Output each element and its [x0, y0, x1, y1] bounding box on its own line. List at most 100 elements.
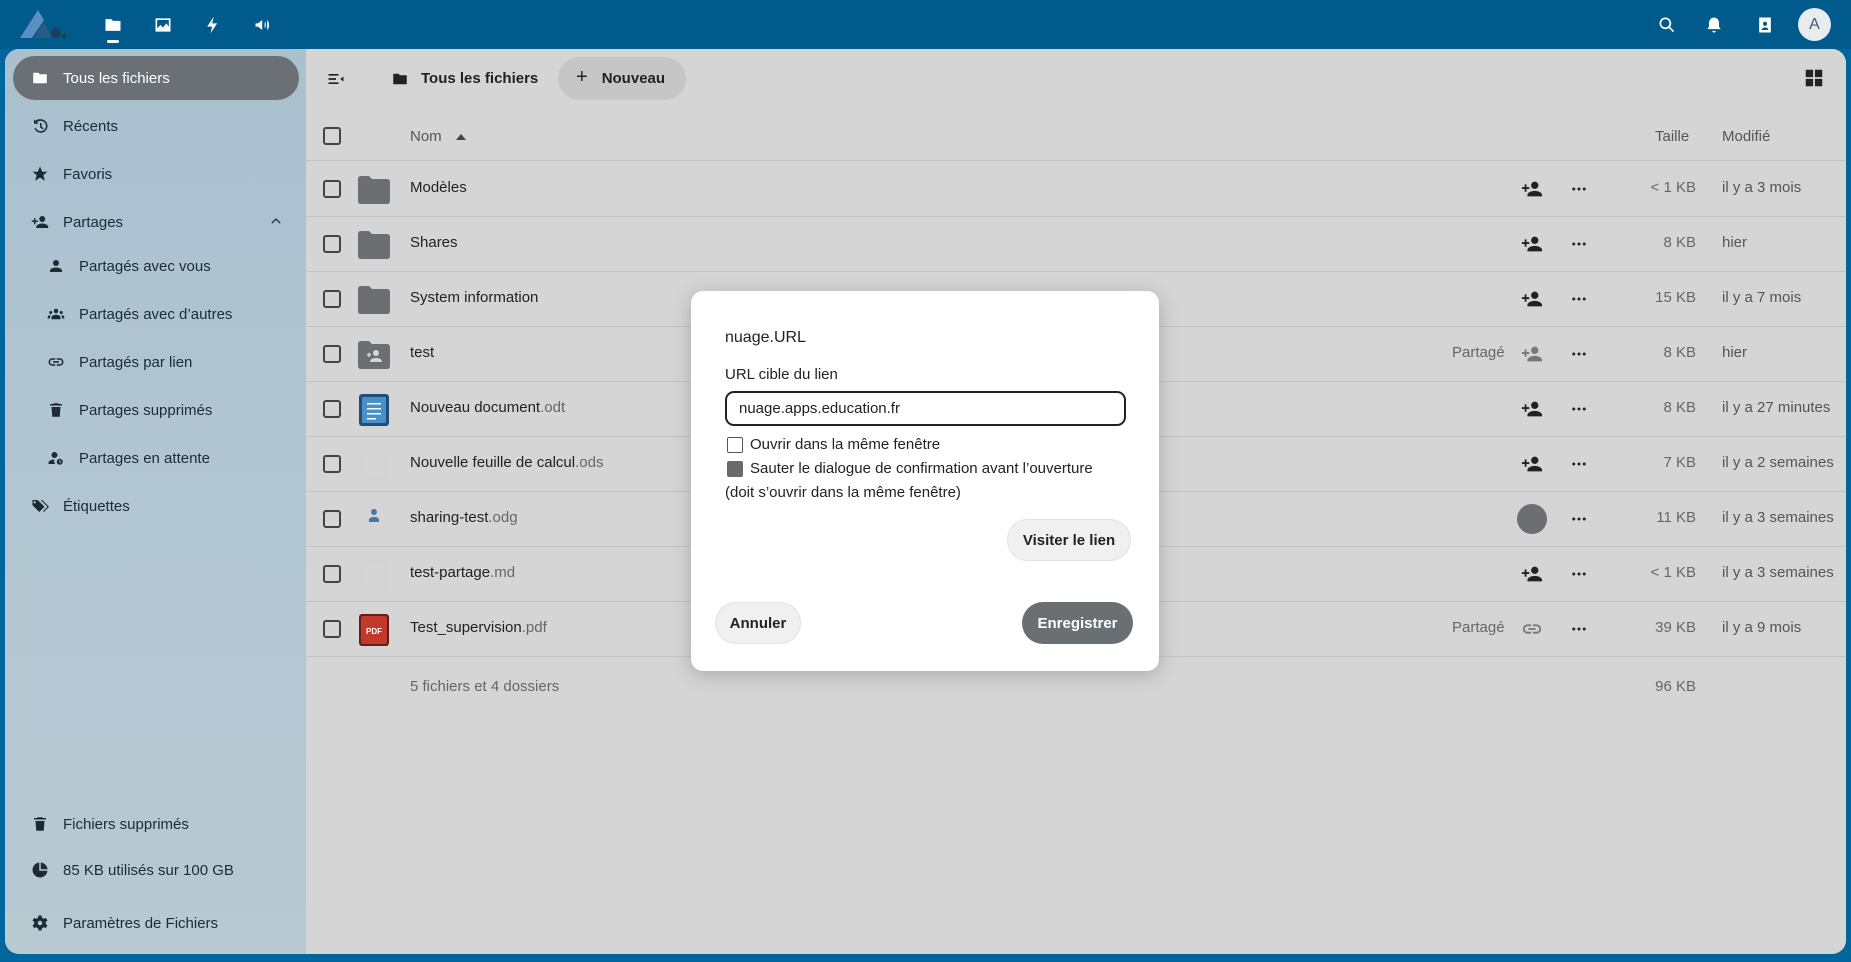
logo-icon[interactable]	[18, 6, 68, 42]
save-button[interactable]: Enregistrer	[1022, 602, 1133, 644]
row-checkbox[interactable]	[323, 620, 341, 638]
notifications-icon[interactable]	[1701, 12, 1727, 38]
sidebar-item-deleted-shares[interactable]: Partages supprimés	[13, 388, 299, 432]
more-actions-icon[interactable]	[1568, 618, 1590, 640]
more-actions-icon[interactable]	[1568, 563, 1590, 585]
folder-icon	[31, 69, 49, 87]
share-user-icon[interactable]	[1521, 453, 1543, 475]
share-user-icon[interactable]	[1521, 398, 1543, 420]
sidebar-trash-label: Fichiers supprimés	[63, 815, 189, 833]
file-name[interactable]: Modèles	[410, 179, 467, 196]
sidebar-item-shares[interactable]: Partages	[13, 200, 299, 244]
skip-confirm-label[interactable]: Sauter le dialogue de confirmation avant…	[750, 460, 1093, 477]
folder-icon	[358, 229, 390, 261]
files-app-icon[interactable]	[100, 12, 126, 38]
sidebar-item-label: Partagés par lien	[79, 353, 193, 371]
file-size: 8 KB	[1663, 234, 1696, 251]
more-actions-icon[interactable]	[1568, 453, 1590, 475]
column-name-label: Nom	[410, 128, 442, 145]
row-checkbox[interactable]	[323, 455, 341, 473]
photos-app-icon[interactable]	[150, 12, 176, 38]
file-name[interactable]: Nouveau document.odt	[410, 399, 565, 416]
file-size: < 1 KB	[1650, 564, 1696, 581]
same-window-checkbox[interactable]	[727, 437, 743, 453]
user-icon	[47, 257, 65, 275]
share-user-icon[interactable]	[1521, 233, 1543, 255]
skip-confirm-checkbox[interactable]	[727, 461, 743, 477]
chevron-up-icon[interactable]	[269, 214, 283, 228]
more-actions-icon[interactable]	[1568, 508, 1590, 530]
trash-icon	[47, 401, 65, 419]
search-icon[interactable]	[1654, 12, 1680, 38]
cancel-button[interactable]: Annuler	[715, 602, 801, 644]
sidebar-item-shared-with-others[interactable]: Partagés avec d’autres	[13, 292, 299, 336]
row-checkbox[interactable]	[323, 400, 341, 418]
share-user-icon[interactable]	[1521, 178, 1543, 200]
new-button[interactable]: + Nouveau	[558, 57, 686, 100]
select-all-checkbox[interactable]	[323, 127, 341, 145]
link-icon[interactable]	[1521, 618, 1543, 640]
share-user-icon[interactable]	[1521, 343, 1543, 365]
more-actions-icon[interactable]	[1568, 343, 1590, 365]
more-actions-icon[interactable]	[1568, 178, 1590, 200]
column-modified[interactable]: Modifié	[1722, 128, 1770, 145]
breadcrumb[interactable]: Tous les fichiers	[391, 57, 538, 100]
column-name[interactable]: Nom	[410, 128, 466, 145]
row-checkbox[interactable]	[323, 235, 341, 253]
sidebar-item-all-files[interactable]: Tous les fichiers	[13, 56, 299, 100]
table-row[interactable]: Modèles < 1 KB il y a 3 mois	[306, 162, 1846, 217]
file-size: 11 KB	[1656, 509, 1696, 526]
url-input[interactable]	[725, 391, 1126, 426]
grid-view-icon[interactable]	[1803, 67, 1825, 89]
new-button-label: Nouveau	[601, 70, 666, 87]
sidebar-item-shared-by-link[interactable]: Partagés par lien	[13, 340, 299, 384]
file-modified: il y a 27 minutes	[1722, 399, 1831, 416]
shared-label[interactable]: Partagé	[1452, 344, 1505, 361]
sidebar-item-favorites[interactable]: Favoris	[13, 152, 299, 196]
sidebar-item-tags[interactable]: Étiquettes	[13, 484, 299, 528]
more-actions-icon[interactable]	[1568, 398, 1590, 420]
dialog-note: (doit s’ouvrir dans la même fenêtre)	[725, 484, 961, 501]
file-name[interactable]: Test_supervision.pdf	[410, 619, 547, 636]
file-modified: il y a 3 semaines	[1722, 564, 1834, 581]
visit-link-button[interactable]: Visiter le lien	[1007, 519, 1131, 561]
row-checkbox[interactable]	[323, 180, 341, 198]
column-size[interactable]: Taille	[1655, 128, 1689, 145]
file-name[interactable]: test-partage.md	[410, 564, 515, 581]
sidebar-item-pending-shares[interactable]: Partages en attente	[13, 436, 299, 480]
avatar[interactable]: A	[1798, 8, 1831, 41]
sidebar-quota[interactable]: 85 KB utilisés sur 100 GB	[13, 850, 299, 890]
sort-asc-icon	[455, 133, 466, 140]
share-avatar-icon[interactable]	[1517, 504, 1547, 534]
sidebar-settings[interactable]: Paramètres de Fichiers	[13, 903, 299, 943]
share-user-icon[interactable]	[1521, 288, 1543, 310]
shared-label[interactable]: Partagé	[1452, 619, 1505, 636]
contacts-icon[interactable]	[1752, 12, 1778, 38]
sidebar-item-shared-with-you[interactable]: Partagés avec vous	[13, 244, 299, 288]
row-checkbox[interactable]	[323, 565, 341, 583]
sidebar-item-recent[interactable]: Récents	[13, 104, 299, 148]
row-checkbox[interactable]	[323, 345, 341, 363]
file-name[interactable]: Shares	[410, 234, 458, 251]
more-actions-icon[interactable]	[1568, 288, 1590, 310]
history-icon	[31, 117, 49, 135]
file-name[interactable]: System information	[410, 289, 538, 306]
sidebar-trash[interactable]: Fichiers supprimés	[13, 804, 299, 844]
announcements-app-icon[interactable]	[250, 12, 276, 38]
sidebar-toggle-icon[interactable]	[326, 69, 346, 89]
file-name[interactable]: Nouvelle feuille de calcul.ods	[410, 454, 603, 471]
sidebar-item-label: Partages supprimés	[79, 401, 213, 419]
gear-icon	[31, 914, 49, 932]
same-window-label[interactable]: Ouvrir dans la même fenêtre	[750, 436, 940, 453]
more-actions-icon[interactable]	[1568, 233, 1590, 255]
share-user-icon[interactable]	[1521, 563, 1543, 585]
table-row[interactable]: Shares 8 KB hier	[306, 217, 1846, 272]
row-checkbox[interactable]	[323, 510, 341, 528]
row-checkbox[interactable]	[323, 290, 341, 308]
file-size: 7 KB	[1663, 454, 1696, 471]
file-name[interactable]: test	[410, 344, 434, 361]
activity-app-icon[interactable]	[200, 12, 226, 38]
file-size: < 1 KB	[1650, 179, 1696, 196]
link-icon	[47, 353, 65, 371]
file-name[interactable]: sharing-test.odg	[410, 509, 518, 526]
